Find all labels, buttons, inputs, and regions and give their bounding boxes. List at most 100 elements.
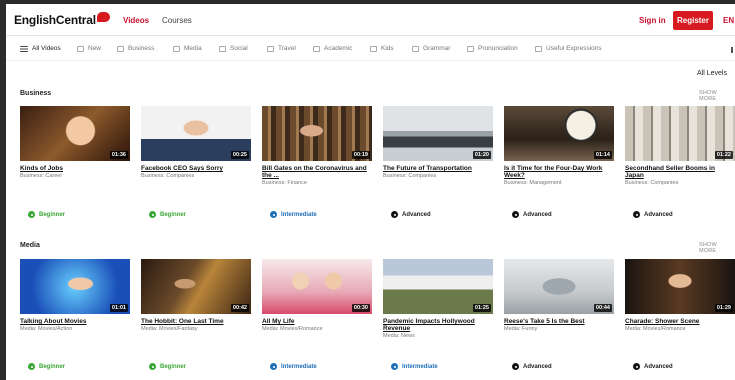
category-business[interactable]: Business (117, 45, 154, 52)
video-title[interactable]: The Future of Transportation (383, 165, 493, 172)
video-duration: 01:01 (109, 304, 128, 312)
level-badge: Intermediate (270, 363, 317, 370)
video-card[interactable]: 01:20 The Future of Transportation Busin… (383, 106, 493, 179)
video-card[interactable]: 00:25 Facebook CEO Says Sorry Business: … (141, 106, 251, 179)
video-title[interactable]: Facebook CEO Says Sorry (141, 165, 251, 172)
level-badge: Advanced (512, 363, 552, 370)
category-grammar[interactable]: Grammar (412, 45, 450, 52)
language-selector[interactable]: EN (723, 16, 734, 25)
level-badge: Advanced (633, 363, 673, 370)
level-icon (633, 211, 640, 218)
video-title[interactable]: The Hobbit: One Last Time (141, 318, 251, 325)
level-badge: Intermediate (391, 363, 438, 370)
new-icon (77, 45, 84, 52)
video-thumbnail[interactable]: 00:19 (262, 106, 372, 161)
video-thumbnail[interactable]: 00:44 (504, 259, 614, 314)
graduation-icon (313, 45, 320, 52)
category-useful-expressions[interactable]: Useful Expressions (535, 45, 602, 52)
book-icon (412, 45, 419, 52)
level-icon (149, 211, 156, 218)
level-icon (512, 211, 519, 218)
category-academic[interactable]: Academic (313, 45, 353, 52)
level-icon (270, 363, 277, 370)
video-category: Media: Movies/Romance (625, 326, 686, 332)
page: EnglishCentral Videos Courses Sign in Re… (6, 4, 735, 380)
video-card[interactable]: 01:29 Charade: Shower Scene Media: Movie… (625, 259, 735, 332)
category-kids[interactable]: Kids (370, 45, 394, 52)
video-title[interactable]: All My Life (262, 318, 372, 325)
video-category: Media: Movies/Action (20, 326, 73, 332)
nav-courses[interactable]: Courses (162, 16, 192, 25)
video-title[interactable]: Bill Gates on the Coronavirus and the ..… (262, 165, 372, 179)
video-duration: 01:20 (472, 151, 491, 159)
video-duration: 01:36 (109, 151, 128, 159)
video-thumbnail[interactable]: 01:36 (20, 106, 130, 161)
show-more-business[interactable]: SHOW MORE (699, 90, 735, 102)
video-duration: 00:30 (351, 304, 370, 312)
video-duration: 00:44 (593, 304, 612, 312)
level-badge: Intermediate (270, 211, 317, 218)
category-all-videos[interactable]: All Videos (20, 45, 61, 52)
video-thumbnail[interactable]: 00:25 (141, 106, 251, 161)
video-thumbnail[interactable]: 00:30 (262, 259, 372, 314)
video-duration: 01:25 (472, 304, 491, 312)
video-thumbnail[interactable]: 01:29 (625, 259, 735, 314)
film-icon (173, 45, 180, 52)
video-duration: 01:14 (593, 151, 612, 159)
level-badge: Beginner (149, 211, 186, 218)
video-title[interactable]: Reese's Take 5 Is the Best (504, 318, 614, 325)
header: EnglishCentral Videos Courses Sign in Re… (6, 4, 735, 36)
video-thumbnail[interactable]: 01:20 (383, 106, 493, 161)
video-title[interactable]: Pandemic Impacts Hollywood Revenue (383, 318, 493, 332)
video-category: Business: Companies (625, 180, 679, 186)
video-card[interactable]: 00:30 All My Life Media: Movies/Romance (262, 259, 372, 332)
video-card[interactable]: 00:44 Reese's Take 5 Is the Best Media: … (504, 259, 614, 332)
level-badge: Beginner (28, 211, 65, 218)
logo-text: EnglishCentral (14, 13, 96, 27)
video-title[interactable]: Is it Time for the Four-Day Work Week? (504, 165, 614, 179)
more-menu-icon[interactable] (731, 47, 733, 53)
video-card[interactable]: 01:25 Pandemic Impacts Hollywood Revenue… (383, 259, 493, 339)
category-media[interactable]: Media (173, 45, 202, 52)
category-travel[interactable]: Travel (267, 45, 296, 52)
level-icon (633, 363, 640, 370)
video-category: Media: Movies/Romance (262, 326, 323, 332)
video-card[interactable]: 01:36 Kinds of Jobs Business: Career (20, 106, 130, 179)
video-title[interactable]: Talking About Movies (20, 318, 130, 325)
logo[interactable]: EnglishCentral (14, 12, 110, 27)
kids-icon (370, 45, 377, 52)
logo-bubble-icon (96, 12, 110, 22)
video-card[interactable]: 00:19 Bill Gates on the Coronavirus and … (262, 106, 372, 186)
category-social[interactable]: Social (219, 45, 248, 52)
level-badge: Advanced (512, 211, 552, 218)
video-card[interactable]: 01:01 Talking About Movies Media: Movies… (20, 259, 130, 332)
category-pronunciation[interactable]: Pronunciation (467, 45, 518, 52)
section-title-business: Business (20, 90, 52, 97)
video-title[interactable]: Secondhand Seller Booms in Japan (625, 165, 735, 179)
video-thumbnail[interactable]: 00:42 (141, 259, 251, 314)
signin-link[interactable]: Sign in (639, 16, 666, 25)
video-category: Business: Companies (383, 173, 437, 179)
list-icon (20, 45, 28, 52)
register-button[interactable]: Register (673, 11, 713, 30)
level-icon (28, 363, 35, 370)
video-card[interactable]: 01:22 Secondhand Seller Booms in Japan B… (625, 106, 735, 186)
video-title[interactable]: Kinds of Jobs (20, 165, 130, 172)
nav-videos[interactable]: Videos (123, 16, 149, 25)
video-card[interactable]: 00:42 The Hobbit: One Last Time Media: M… (141, 259, 251, 332)
level-icon (149, 363, 156, 370)
level-badge: Beginner (149, 363, 186, 370)
video-card[interactable]: 01:14 Is it Time for the Four-Day Work W… (504, 106, 614, 186)
show-more-media[interactable]: SHOW MORE (699, 242, 735, 254)
level-badge: Advanced (391, 211, 431, 218)
video-thumbnail[interactable]: 01:01 (20, 259, 130, 314)
video-thumbnail[interactable]: 01:14 (504, 106, 614, 161)
level-icon (270, 211, 277, 218)
video-thumbnail[interactable]: 01:25 (383, 259, 493, 314)
level-badge: Advanced (633, 211, 673, 218)
video-title[interactable]: Charade: Shower Scene (625, 318, 735, 325)
level-icon (391, 363, 398, 370)
all-levels-dropdown[interactable]: All Levels (697, 70, 727, 77)
video-thumbnail[interactable]: 01:22 (625, 106, 735, 161)
category-new[interactable]: New (77, 45, 101, 52)
